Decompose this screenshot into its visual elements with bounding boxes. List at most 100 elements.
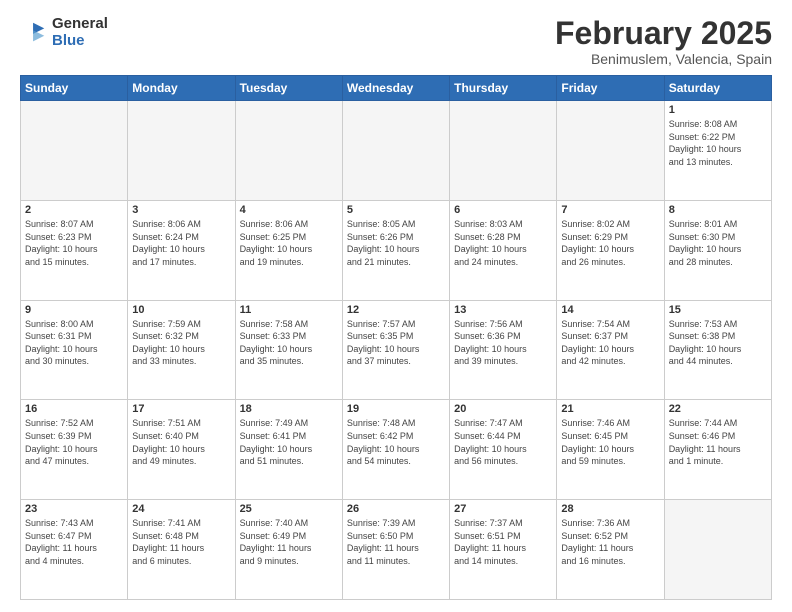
calendar-cell: 2 Sunrise: 8:07 AM Sunset: 6:23 PM Daylig… — [21, 200, 128, 300]
calendar-cell: 3Sunrise: 8:06 AM Sunset: 6:24 PM Daylig… — [128, 200, 235, 300]
calendar-header-row: SundayMondayTuesdayWednesdayThursdayFrid… — [21, 76, 772, 101]
calendar-cell: 25Sunrise: 7:40 AM Sunset: 6:49 PM Dayli… — [235, 500, 342, 600]
calendar-cell: 26Sunrise: 7:39 AM Sunset: 6:50 PM Dayli… — [342, 500, 449, 600]
calendar-cell — [557, 101, 664, 201]
calendar-header-saturday: Saturday — [664, 76, 771, 101]
calendar-week-row: 9 Sunrise: 8:00 AM Sunset: 6:31 PM Daylig… — [21, 300, 772, 400]
day-info: Sunrise: 7:43 AM Sunset: 6:47 PM Dayligh… — [25, 517, 123, 567]
day-number: 13 — [454, 304, 552, 316]
day-number: 26 — [347, 503, 445, 515]
calendar-cell: 5Sunrise: 8:05 AM Sunset: 6:26 PM Daylig… — [342, 200, 449, 300]
day-number: 16 — [25, 403, 123, 415]
calendar-cell: 17 Sunrise: 7:51 AM Sunset: 6:40 PM Dayli… — [128, 400, 235, 500]
day-info: Sunrise: 7:56 AM Sunset: 6:36 PM Dayligh… — [454, 318, 552, 368]
day-number: 11 — [240, 304, 338, 316]
day-number: 9 — [25, 304, 123, 316]
subtitle: Benimuslem, Valencia, Spain — [555, 51, 772, 67]
logo: General Blue — [20, 16, 108, 49]
calendar-cell: 7 Sunrise: 8:02 AM Sunset: 6:29 PM Daylig… — [557, 200, 664, 300]
calendar-cell — [235, 101, 342, 201]
title-block: February 2025 Benimuslem, Valencia, Spai… — [555, 16, 772, 67]
day-info: Sunrise: 7:53 AM Sunset: 6:38 PM Dayligh… — [669, 318, 767, 368]
logo-icon — [20, 19, 48, 47]
day-number: 1 — [669, 104, 767, 116]
main-title: February 2025 — [555, 16, 772, 51]
calendar-header-friday: Friday — [557, 76, 664, 101]
page: General Blue February 2025 Benimuslem, V… — [0, 0, 792, 612]
calendar-cell: 10 Sunrise: 7:59 AM Sunset: 6:32 PM Dayli… — [128, 300, 235, 400]
day-number: 19 — [347, 403, 445, 415]
logo-text: General Blue — [52, 16, 108, 49]
day-number: 2 — [25, 204, 123, 216]
calendar-week-row: 23Sunrise: 7:43 AM Sunset: 6:47 PM Dayli… — [21, 500, 772, 600]
day-number: 12 — [347, 304, 445, 316]
calendar-week-row: 16 Sunrise: 7:52 AM Sunset: 6:39 PM Dayli… — [21, 400, 772, 500]
day-info: Sunrise: 8:01 AM Sunset: 6:30 PM Dayligh… — [669, 218, 767, 268]
calendar-cell: 4 Sunrise: 8:06 AM Sunset: 6:25 PM Daylig… — [235, 200, 342, 300]
calendar-cell: 15 Sunrise: 7:53 AM Sunset: 6:38 PM Dayli… — [664, 300, 771, 400]
day-info: Sunrise: 7:58 AM Sunset: 6:33 PM Dayligh… — [240, 318, 338, 368]
day-info: Sunrise: 7:40 AM Sunset: 6:49 PM Dayligh… — [240, 517, 338, 567]
calendar-cell: 8 Sunrise: 8:01 AM Sunset: 6:30 PM Daylig… — [664, 200, 771, 300]
calendar-header-sunday: Sunday — [21, 76, 128, 101]
day-number: 27 — [454, 503, 552, 515]
day-number: 6 — [454, 204, 552, 216]
day-info: Sunrise: 8:05 AM Sunset: 6:26 PM Dayligh… — [347, 218, 445, 268]
day-info: Sunrise: 7:59 AM Sunset: 6:32 PM Dayligh… — [132, 318, 230, 368]
day-number: 15 — [669, 304, 767, 316]
calendar-cell: 18 Sunrise: 7:49 AM Sunset: 6:41 PM Dayli… — [235, 400, 342, 500]
day-number: 18 — [240, 403, 338, 415]
day-info: Sunrise: 7:57 AM Sunset: 6:35 PM Dayligh… — [347, 318, 445, 368]
day-info: Sunrise: 7:44 AM Sunset: 6:46 PM Dayligh… — [669, 417, 767, 467]
day-info: Sunrise: 7:51 AM Sunset: 6:40 PM Dayligh… — [132, 417, 230, 467]
day-number: 8 — [669, 204, 767, 216]
day-number: 17 — [132, 403, 230, 415]
day-info: Sunrise: 8:06 AM Sunset: 6:25 PM Dayligh… — [240, 218, 338, 268]
calendar-cell: 24 Sunrise: 7:41 AM Sunset: 6:48 PM Dayli… — [128, 500, 235, 600]
calendar-table: SundayMondayTuesdayWednesdayThursdayFrid… — [20, 75, 772, 600]
calendar-cell: 23Sunrise: 7:43 AM Sunset: 6:47 PM Dayli… — [21, 500, 128, 600]
calendar-cell: 13 Sunrise: 7:56 AM Sunset: 6:36 PM Dayli… — [450, 300, 557, 400]
calendar-header-tuesday: Tuesday — [235, 76, 342, 101]
day-info: Sunrise: 8:08 AM Sunset: 6:22 PM Dayligh… — [669, 118, 767, 168]
calendar-cell: 1 Sunrise: 8:08 AM Sunset: 6:22 PM Daylig… — [664, 101, 771, 201]
header: General Blue February 2025 Benimuslem, V… — [20, 16, 772, 67]
calendar-cell: 22 Sunrise: 7:44 AM Sunset: 6:46 PM Dayli… — [664, 400, 771, 500]
calendar-cell: 27 Sunrise: 7:37 AM Sunset: 6:51 PM Dayli… — [450, 500, 557, 600]
calendar-cell: 19 Sunrise: 7:48 AM Sunset: 6:42 PM Dayli… — [342, 400, 449, 500]
calendar-cell: 14 Sunrise: 7:54 AM Sunset: 6:37 PM Dayli… — [557, 300, 664, 400]
calendar-cell — [128, 101, 235, 201]
day-info: Sunrise: 7:48 AM Sunset: 6:42 PM Dayligh… — [347, 417, 445, 467]
day-number: 21 — [561, 403, 659, 415]
day-info: Sunrise: 8:03 AM Sunset: 6:28 PM Dayligh… — [454, 218, 552, 268]
day-number: 14 — [561, 304, 659, 316]
calendar-cell: 20Sunrise: 7:47 AM Sunset: 6:44 PM Dayli… — [450, 400, 557, 500]
calendar-header-wednesday: Wednesday — [342, 76, 449, 101]
calendar-cell — [342, 101, 449, 201]
calendar-week-row: 2 Sunrise: 8:07 AM Sunset: 6:23 PM Daylig… — [21, 200, 772, 300]
calendar-cell: 16 Sunrise: 7:52 AM Sunset: 6:39 PM Dayli… — [21, 400, 128, 500]
day-number: 7 — [561, 204, 659, 216]
day-number: 24 — [132, 503, 230, 515]
day-number: 4 — [240, 204, 338, 216]
day-info: Sunrise: 8:00 AM Sunset: 6:31 PM Dayligh… — [25, 318, 123, 368]
day-info: Sunrise: 7:41 AM Sunset: 6:48 PM Dayligh… — [132, 517, 230, 567]
day-info: Sunrise: 7:54 AM Sunset: 6:37 PM Dayligh… — [561, 318, 659, 368]
calendar-cell: 21 Sunrise: 7:46 AM Sunset: 6:45 PM Dayli… — [557, 400, 664, 500]
day-info: Sunrise: 7:52 AM Sunset: 6:39 PM Dayligh… — [25, 417, 123, 467]
day-info: Sunrise: 8:07 AM Sunset: 6:23 PM Dayligh… — [25, 218, 123, 268]
day-info: Sunrise: 7:49 AM Sunset: 6:41 PM Dayligh… — [240, 417, 338, 467]
calendar-cell: 6 Sunrise: 8:03 AM Sunset: 6:28 PM Daylig… — [450, 200, 557, 300]
day-info: Sunrise: 7:37 AM Sunset: 6:51 PM Dayligh… — [454, 517, 552, 567]
day-number: 3 — [132, 204, 230, 216]
day-number: 10 — [132, 304, 230, 316]
day-info: Sunrise: 7:47 AM Sunset: 6:44 PM Dayligh… — [454, 417, 552, 467]
day-info: Sunrise: 8:02 AM Sunset: 6:29 PM Dayligh… — [561, 218, 659, 268]
day-info: Sunrise: 7:46 AM Sunset: 6:45 PM Dayligh… — [561, 417, 659, 467]
calendar-cell: 11 Sunrise: 7:58 AM Sunset: 6:33 PM Dayli… — [235, 300, 342, 400]
day-number: 28 — [561, 503, 659, 515]
logo-general: General — [52, 16, 108, 33]
calendar-header-thursday: Thursday — [450, 76, 557, 101]
day-number: 22 — [669, 403, 767, 415]
calendar-cell: 9 Sunrise: 8:00 AM Sunset: 6:31 PM Daylig… — [21, 300, 128, 400]
